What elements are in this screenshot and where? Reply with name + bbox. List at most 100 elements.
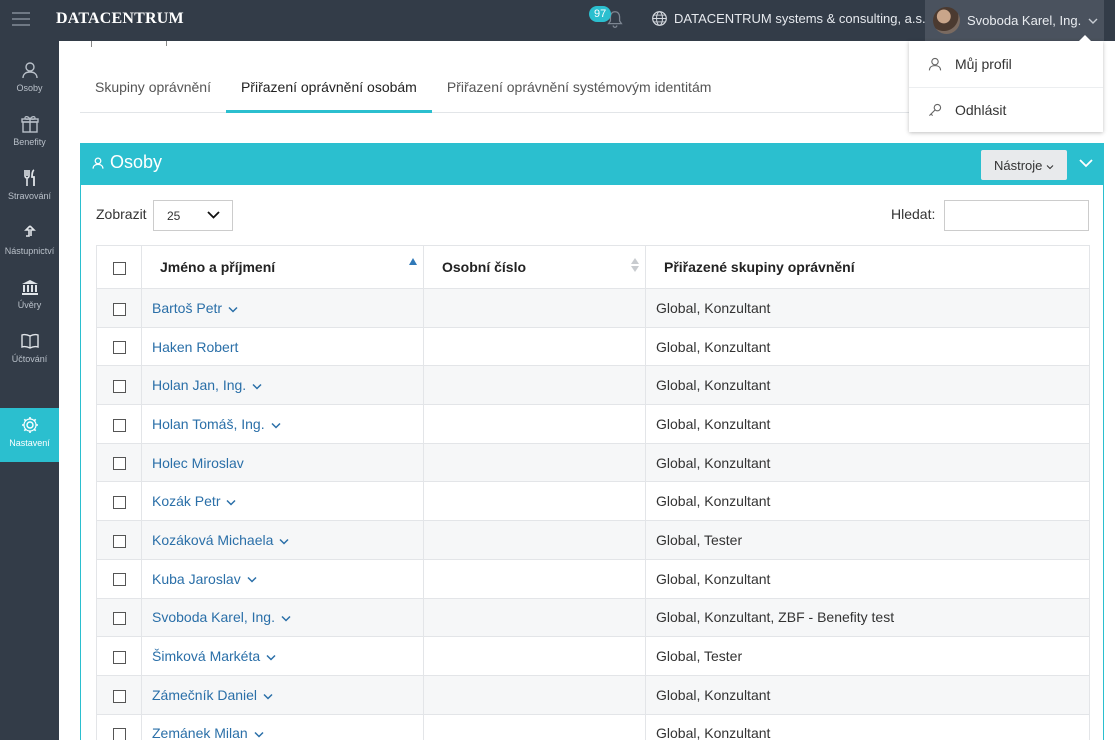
- row-checkbox[interactable]: [112, 534, 126, 548]
- notification-badge[interactable]: 97: [589, 6, 612, 22]
- row-checkbox[interactable]: [112, 728, 126, 740]
- chevron-down-icon: [1046, 164, 1054, 169]
- person-link[interactable]: Haken Robert: [152, 339, 238, 355]
- person-link[interactable]: Holec Miroslav: [152, 455, 244, 471]
- chevron-down-icon[interactable]: [252, 383, 262, 390]
- tab-skupiny-opravneni[interactable]: Skupiny oprávnění: [80, 75, 226, 113]
- row-checkbox[interactable]: [112, 612, 126, 626]
- app-logo[interactable]: DATACENTRUM: [56, 10, 184, 28]
- sidebar-item-nastupnictvi[interactable]: Nástupnictví: [0, 216, 59, 270]
- groups-cell: Global, Tester: [645, 520, 1090, 560]
- tab-prirazeni-osobam[interactable]: Přiřazení oprávnění osobám: [225, 75, 432, 113]
- table-row: Haken Robert Global, Konzultant: [96, 326, 1090, 367]
- table-row: Šimková Markéta Global, Tester: [96, 636, 1090, 676]
- name-cell: Kozák Petr: [141, 481, 424, 522]
- person-link[interactable]: Svoboda Karel, Ing.: [152, 609, 275, 625]
- chevron-down-icon[interactable]: [228, 306, 238, 313]
- person-link[interactable]: Kozák Petr: [152, 493, 220, 509]
- row-checkbox[interactable]: [112, 650, 126, 664]
- sidebar-item-nastaveni[interactable]: Nastavení: [0, 408, 67, 462]
- personal-number-cell: [423, 558, 646, 599]
- sidebar-item-label: Osoby: [16, 83, 43, 93]
- search-input[interactable]: [944, 200, 1089, 231]
- chevron-down-icon[interactable]: [254, 731, 264, 738]
- sidebar-item-uvery[interactable]: Úvěry: [0, 270, 59, 324]
- select-all-checkbox[interactable]: [112, 261, 126, 275]
- gear-icon: [21, 417, 38, 433]
- arrow-up-icon: [23, 225, 36, 237]
- person-link[interactable]: Zemánek Milan: [152, 725, 248, 740]
- personal-number-cell: [423, 520, 646, 560]
- row-checkbox[interactable]: [112, 689, 126, 703]
- globe-icon: [652, 11, 667, 26]
- sidebar-item-stravovani[interactable]: Stravování: [0, 161, 59, 215]
- chevron-down-icon[interactable]: [263, 693, 273, 700]
- row-select-cell: [96, 713, 142, 740]
- chevron-down-icon: [1088, 18, 1098, 24]
- row-checkbox[interactable]: [112, 302, 126, 316]
- personal-number-cell: [423, 365, 646, 406]
- sidebar-item-uctovani[interactable]: Účtování: [0, 324, 59, 378]
- user-icon: [92, 156, 104, 169]
- search-label: Hledat:: [891, 206, 936, 222]
- personal-number-cell: [423, 404, 646, 444]
- row-checkbox[interactable]: [112, 496, 126, 510]
- table-row: Zemánek Milan Global, Konzultant: [96, 713, 1090, 740]
- personal-number-cell: [423, 326, 646, 367]
- table-row: Zámečník Daniel Global, Konzultant: [96, 674, 1090, 715]
- user-dropdown-menu: Můj profil Odhlásit: [909, 35, 1103, 132]
- chevron-down-icon[interactable]: [279, 538, 289, 545]
- column-header-name[interactable]: Jméno a příjmení: [141, 245, 424, 289]
- user-menu-toggle[interactable]: Svoboda Karel, Ing.: [925, 0, 1104, 41]
- person-link[interactable]: Zámečník Daniel: [152, 687, 257, 703]
- menu-item-logout[interactable]: Odhlásit: [909, 87, 1103, 132]
- row-select-cell: [96, 558, 142, 599]
- chevron-down-icon[interactable]: [271, 422, 281, 429]
- groups-cell: Global, Konzultant: [645, 365, 1090, 406]
- sidebar-item-benefity[interactable]: Benefity: [0, 107, 59, 161]
- menu-item-label: Můj profil: [955, 55, 1012, 72]
- name-cell: Zemánek Milan: [141, 713, 424, 740]
- name-cell: Kozáková Michaela: [141, 520, 424, 560]
- collapse-panel-icon[interactable]: [1077, 154, 1095, 172]
- row-checkbox[interactable]: [112, 457, 126, 471]
- menu-item-my-profile[interactable]: Můj profil: [909, 41, 1103, 86]
- table-header-row: Jméno a příjmení Osobní číslo Přiřazené …: [96, 245, 1090, 289]
- panel-title-text: Osoby: [110, 152, 163, 172]
- gift-icon: [20, 116, 39, 133]
- panel-header: Osoby Nástroje: [81, 144, 1103, 185]
- tools-button[interactable]: Nástroje: [981, 150, 1067, 180]
- row-select-cell: [96, 326, 142, 367]
- person-link[interactable]: Holan Tomáš, Ing.: [152, 416, 265, 432]
- organization-selector[interactable]: DATACENTRUM systems & consulting, a.s.: [651, 10, 926, 27]
- chevron-down-icon[interactable]: [281, 615, 291, 622]
- chevron-down-icon[interactable]: [247, 576, 257, 584]
- table-row: Holec Miroslav Global, Konzultant: [96, 442, 1090, 483]
- row-select-cell: [96, 442, 142, 483]
- table-row: Kuba Jaroslav Global, Konzultant: [96, 558, 1090, 599]
- cutlery-icon: [23, 169, 35, 186]
- person-link[interactable]: Kozáková Michaela: [152, 532, 273, 548]
- book-icon: [20, 333, 39, 349]
- row-checkbox[interactable]: [112, 380, 126, 394]
- person-link[interactable]: Holan Jan, Ing.: [152, 377, 246, 393]
- person-link[interactable]: Bartoš Petr: [152, 300, 222, 316]
- chevron-down-icon[interactable]: [266, 654, 276, 661]
- sidebar-item-osoby[interactable]: Osoby: [0, 53, 59, 107]
- hamburger-menu-icon[interactable]: [12, 12, 30, 26]
- chevron-down-icon[interactable]: [226, 499, 237, 506]
- person-link[interactable]: Kuba Jaroslav: [152, 571, 241, 587]
- column-header-number[interactable]: Osobní číslo: [423, 245, 646, 289]
- row-checkbox[interactable]: [112, 418, 126, 432]
- person-link[interactable]: Šimková Markéta: [152, 648, 260, 664]
- column-header-groups[interactable]: Přiřazené skupiny oprávnění: [645, 245, 1090, 289]
- tab-prirazeni-systemovym-identitam[interactable]: Přiřazení oprávnění systémovým identitám: [432, 75, 727, 113]
- panel-title: Osoby: [91, 152, 162, 173]
- name-cell: Šimková Markéta: [141, 636, 424, 676]
- personal-number-cell: [423, 442, 646, 483]
- page-size-select[interactable]: 25: [153, 200, 233, 231]
- name-cell: Svoboda Karel, Ing.: [141, 597, 424, 638]
- top-bar: DATACENTRUM 97 DATACENTRUM systems & con…: [0, 0, 1115, 41]
- row-checkbox[interactable]: [112, 573, 126, 587]
- row-checkbox[interactable]: [112, 341, 126, 355]
